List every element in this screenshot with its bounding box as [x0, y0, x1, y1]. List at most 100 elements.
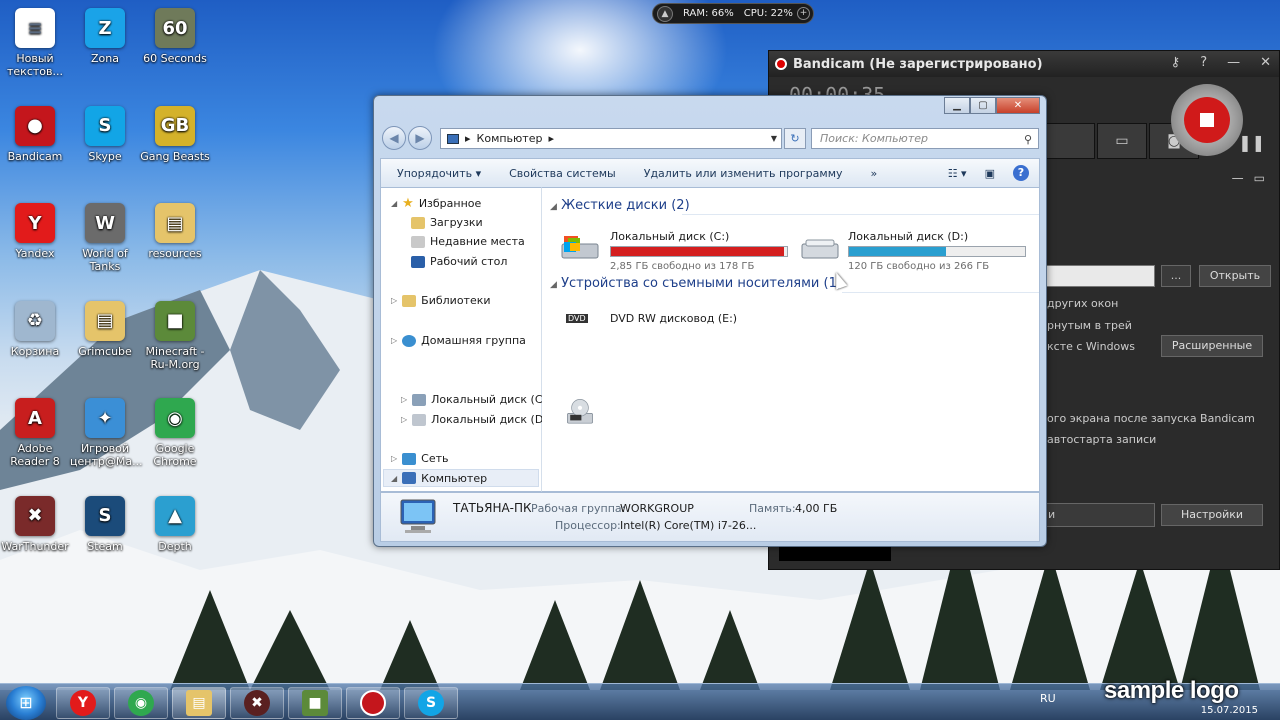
desktop-icon-item[interactable]: ● Bandicam [0, 105, 70, 163]
group-removable[interactable]: ◢ Устройства со съемными носителями (1) [550, 276, 842, 291]
maximize-icon[interactable]: ▢ [970, 97, 996, 114]
close-icon[interactable]: ✕ [1260, 55, 1271, 70]
group-title: Жесткие диски (2) [561, 198, 690, 213]
desktop-icon-item[interactable]: ◉ Google Chrome [140, 398, 210, 468]
more-commands-button[interactable]: » [857, 167, 892, 180]
uninstall-program-button[interactable]: Удалить или изменить программу [630, 167, 857, 180]
restore-icon[interactable]: ▭ [1254, 171, 1265, 185]
dvd-drive-name[interactable]: DVD RW дисковод (E:) [610, 312, 737, 325]
browse-button[interactable]: ... [1161, 265, 1191, 287]
nav-desktop[interactable]: Рабочий стол [411, 255, 507, 268]
drive-d-icon[interactable] [800, 234, 840, 262]
resmon-icon[interactable]: ▲ [657, 5, 673, 22]
close-icon[interactable]: ✕ [996, 97, 1040, 114]
nav-recent[interactable]: Недавние места [411, 235, 525, 248]
taskbar-explorer[interactable]: ▤ [172, 687, 226, 719]
desktop-icon-item[interactable]: ▲ Depth [140, 495, 210, 553]
help-icon[interactable]: ? [1200, 55, 1207, 70]
nav-disk-c[interactable]: ▷ Локальный диск (C:) [401, 393, 551, 406]
taskbar-warthunder[interactable]: ✖ [230, 687, 284, 719]
nav-network[interactable]: ▷ Сеть [391, 452, 449, 465]
desktop-icon-item[interactable]: ■ Minecraft - Ru-M.org [140, 300, 210, 371]
search-input[interactable]: Поиск: Компьютер ⚲ [811, 128, 1039, 149]
help-icon[interactable]: ? [1013, 165, 1029, 181]
folder-icon[interactable]: ▭ [1097, 123, 1147, 159]
expand-icon[interactable]: ▷ [401, 395, 407, 404]
system-properties-button[interactable]: Свойства системы [495, 167, 630, 180]
settings-button[interactable]: Настройки [1161, 504, 1263, 526]
forward-icon[interactable]: ▶ [408, 126, 432, 150]
start-button[interactable]: ⊞ [6, 686, 46, 720]
minimize-icon[interactable]: — [1227, 55, 1240, 70]
stop-icon [1200, 113, 1214, 127]
drive-c-name[interactable]: Локальный диск (C:) [610, 230, 729, 243]
expand-icon[interactable]: ▷ [401, 415, 407, 424]
drive-d-name[interactable]: Локальный диск (D:) [848, 230, 968, 243]
desktop-icon-item[interactable]: ♻ Корзина [0, 300, 70, 358]
nav-favorites[interactable]: ◢ ★ Избранное [391, 196, 481, 211]
desktop-icon-item[interactable]: S Steam [70, 495, 140, 553]
output-folder-field[interactable] [1045, 265, 1155, 287]
taskbar-minecraft[interactable]: ■ [288, 687, 342, 719]
language-indicator[interactable]: RU [1040, 692, 1056, 705]
option-screen-after-launch[interactable]: ого экрана после запуска Bandicam [1047, 412, 1255, 425]
collapse-icon[interactable]: ◢ [550, 280, 557, 290]
breadcrumb-computer[interactable]: Компьютер [477, 132, 543, 145]
taskbar-chrome[interactable]: ◉ [114, 687, 168, 719]
nav-libraries[interactable]: ▷ Библиотеки [391, 294, 491, 307]
drive-d-icon [412, 413, 427, 426]
dvd-drive-icon[interactable] [560, 398, 600, 426]
nav-computer[interactable]: ◢ Компьютер [383, 469, 539, 487]
organize-button[interactable]: Упорядочить ▾ [381, 167, 495, 180]
taskbar-yandex[interactable]: Y [56, 687, 110, 719]
desktop-icon-item[interactable]: S Skype [70, 105, 140, 163]
desktop-icon-item[interactable]: Y Yandex [0, 203, 70, 260]
desktop-icon-item[interactable]: A Adobe Reader 8 [0, 398, 70, 468]
minimize-icon[interactable]: ▁ [944, 97, 970, 114]
taskbar-bandicam[interactable] [346, 687, 400, 719]
record-button[interactable] [1171, 84, 1243, 156]
address-bar[interactable]: ▸ Компьютер ▸ ▼ [440, 128, 782, 149]
back-icon[interactable]: ◀ [382, 126, 406, 150]
drive-c-icon[interactable] [560, 234, 600, 262]
nav-disk-d[interactable]: ▷ Локальный диск (D:) [401, 413, 551, 426]
desktop-icon-item[interactable]: Z Zona [70, 8, 140, 65]
preview-pane-icon[interactable]: ▣ [985, 167, 995, 180]
desktop-icon-item[interactable]: ▤ resources [140, 203, 210, 260]
desktop-icon-item[interactable]: GB Gang Beasts [140, 105, 210, 163]
option-autostart-record[interactable]: автостарта записи [1047, 433, 1156, 446]
option-start-windows[interactable]: ксте с Windows [1047, 340, 1135, 353]
nav-homegroup[interactable]: ▷ Домашняя группа [391, 334, 526, 347]
expand-icon[interactable]: ▷ [391, 454, 397, 463]
refresh-icon[interactable]: ↻ [784, 128, 806, 149]
desktop-icon-item[interactable]: ✖ WarThunder [0, 495, 70, 553]
hotkey-field[interactable]: и [1045, 503, 1155, 527]
taskbar-skype[interactable]: S [404, 687, 458, 719]
group-hard-disks[interactable]: ◢ Жесткие диски (2) [550, 198, 690, 213]
breadcrumb-sep-icon[interactable]: ▸ [548, 132, 554, 145]
skype-icon: S [418, 690, 444, 716]
desktop-icon-item[interactable]: W World of Tanks [70, 203, 140, 273]
open-button[interactable]: Открыть [1199, 265, 1271, 287]
expand-icon[interactable]: ▷ [391, 336, 397, 345]
collapse-icon[interactable]: ◢ [550, 202, 557, 212]
collapse-icon[interactable]: — [1232, 171, 1244, 185]
desktop-icon-item[interactable]: ≡ Новый текстов... [0, 8, 70, 78]
resmon-add-icon[interactable]: + [797, 7, 810, 20]
nav-downloads[interactable]: Загрузки [411, 216, 483, 229]
desktop-icon-item[interactable]: ✦ Игровой центр@Ma... [70, 398, 143, 468]
search-icon[interactable]: ⚲ [1024, 130, 1032, 149]
advanced-button[interactable]: Расширенные [1161, 335, 1263, 357]
bandicam-tool-button[interactable] [1045, 123, 1095, 159]
option-minimized-tray[interactable]: рнутым в трей [1047, 319, 1132, 332]
expand-icon[interactable]: ▷ [391, 296, 397, 305]
expand-icon[interactable]: ◢ [391, 474, 397, 483]
key-icon[interactable]: ⚷ [1171, 55, 1181, 70]
pause-icon[interactable]: ❚❚ [1238, 133, 1265, 152]
desktop-icon-item[interactable]: ▤ Grimcube [70, 300, 140, 358]
expand-icon[interactable]: ◢ [391, 199, 397, 208]
chevron-down-icon[interactable]: ▼ [771, 134, 777, 143]
option-other-windows[interactable]: других окон [1047, 297, 1118, 310]
view-options-icon[interactable]: ☷ ▾ [948, 167, 967, 180]
desktop-icon-item[interactable]: 60 60 Seconds [140, 8, 210, 65]
